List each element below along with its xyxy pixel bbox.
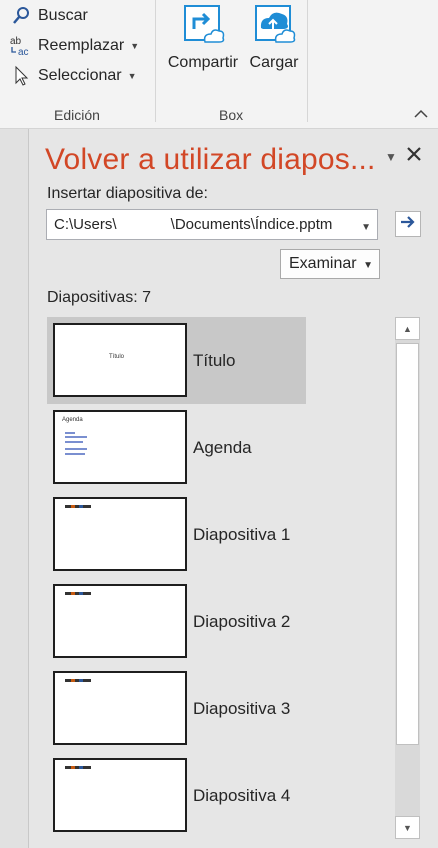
thumbnail-link-line [65, 453, 85, 455]
svg-text:ac: ac [18, 47, 29, 57]
slide-list: Título Título Agenda Agenda Diapositiva … [47, 317, 307, 839]
thumbnail-link-line [65, 432, 75, 434]
thumbnail-header [65, 679, 91, 682]
go-button[interactable] [395, 211, 421, 237]
box-share-icon [181, 2, 225, 46]
slide-item-diapositiva-3[interactable]: Diapositiva 3 [47, 665, 306, 752]
thumbnail-link-line [65, 436, 87, 438]
slide-item-agenda[interactable]: Agenda Agenda [47, 404, 306, 491]
slide-editor-edge [0, 129, 29, 848]
box-upload-icon [252, 2, 296, 46]
share-button[interactable]: Compartir [162, 2, 244, 72]
pane-title: Volver a utilizar diapos... [45, 143, 376, 176]
insert-from-label: Insertar diapositiva de: [47, 185, 208, 202]
slide-count-label: Diapositivas: 7 [47, 289, 152, 306]
reuse-slides-pane: Volver a utilizar diapos... ▼ Insertar d… [29, 129, 438, 848]
scroll-up-button[interactable]: ▲ [395, 317, 420, 340]
slide-item-diapositiva-2[interactable]: Diapositiva 2 [47, 578, 306, 665]
source-path-combobox[interactable]: C:\Users\ \Documents\Índice.pptm ▼ [46, 209, 378, 240]
slide-label: Diapositiva 3 [193, 699, 291, 718]
find-button[interactable]: Buscar [8, 3, 88, 29]
replace-label: Reemplazar [38, 37, 125, 54]
replace-button[interactable]: ab ac Reemplazar ▼ [8, 33, 139, 59]
slide-label: Título [193, 351, 236, 370]
thumbnail-header [65, 766, 91, 769]
browse-label: Examinar [289, 255, 357, 272]
svg-text:ab: ab [10, 36, 22, 47]
slide-thumbnail [53, 671, 187, 745]
thumbnail-header [65, 592, 91, 595]
slide-item-diapositiva-4[interactable]: Diapositiva 4 [47, 752, 306, 839]
find-label: Buscar [38, 7, 88, 24]
chevron-down-icon: ▼ [130, 41, 140, 51]
slide-thumbnail: Agenda [53, 410, 187, 484]
scroll-thumb[interactable] [396, 343, 419, 745]
edit-group-label: Edición [54, 107, 100, 123]
slide-label: Diapositiva 1 [193, 525, 291, 544]
box-group-label: Box [219, 107, 244, 123]
slide-item-titulo[interactable]: Título Título [47, 317, 306, 404]
scroll-down-button[interactable]: ▼ [395, 816, 420, 839]
upload-label: Cargar [249, 54, 299, 71]
collapse-ribbon-icon[interactable] [414, 106, 428, 122]
slide-thumbnail [53, 758, 187, 832]
chevron-down-icon[interactable]: ▼ [361, 222, 371, 233]
cursor-icon [8, 65, 34, 87]
close-icon[interactable] [407, 143, 421, 165]
share-label: Compartir [167, 54, 239, 71]
arrow-right-icon [400, 215, 416, 233]
thumbnail-text: Título [109, 354, 125, 360]
slide-item-diapositiva-1[interactable]: Diapositiva 1 [47, 491, 306, 578]
thumbnail-header [65, 505, 91, 508]
group-divider [307, 0, 308, 122]
slide-thumbnail: Título [53, 323, 187, 397]
slide-thumbnail [53, 497, 187, 571]
thumbnail-link-line [65, 441, 83, 443]
pane-options-menu[interactable]: ▼ [385, 150, 397, 164]
group-divider [155, 0, 156, 122]
select-label: Seleccionar [38, 67, 122, 84]
source-path-value: C:\Users\ \Documents\Índice.pptm [54, 216, 333, 233]
ribbon: Buscar ab ac Reemplazar ▼ Seleccionar ▼ E… [0, 0, 438, 129]
thumbnail-link-line [65, 448, 87, 450]
slide-label: Diapositiva 2 [193, 612, 291, 631]
browse-button[interactable]: Examinar ▼ [280, 249, 380, 279]
slide-thumbnail [53, 584, 187, 658]
thumbnail-text: Agenda [62, 417, 83, 423]
slide-label: Diapositiva 4 [193, 786, 291, 805]
select-button[interactable]: Seleccionar ▼ [8, 63, 137, 89]
slide-label: Agenda [193, 438, 252, 457]
chevron-down-icon: ▼ [363, 260, 373, 271]
replace-icon: ab ac [8, 35, 34, 57]
upload-button[interactable]: Cargar [246, 2, 302, 72]
vertical-scrollbar[interactable]: ▲ ▼ [395, 317, 420, 839]
search-icon [8, 5, 34, 27]
chevron-down-icon: ▼ [127, 71, 137, 81]
